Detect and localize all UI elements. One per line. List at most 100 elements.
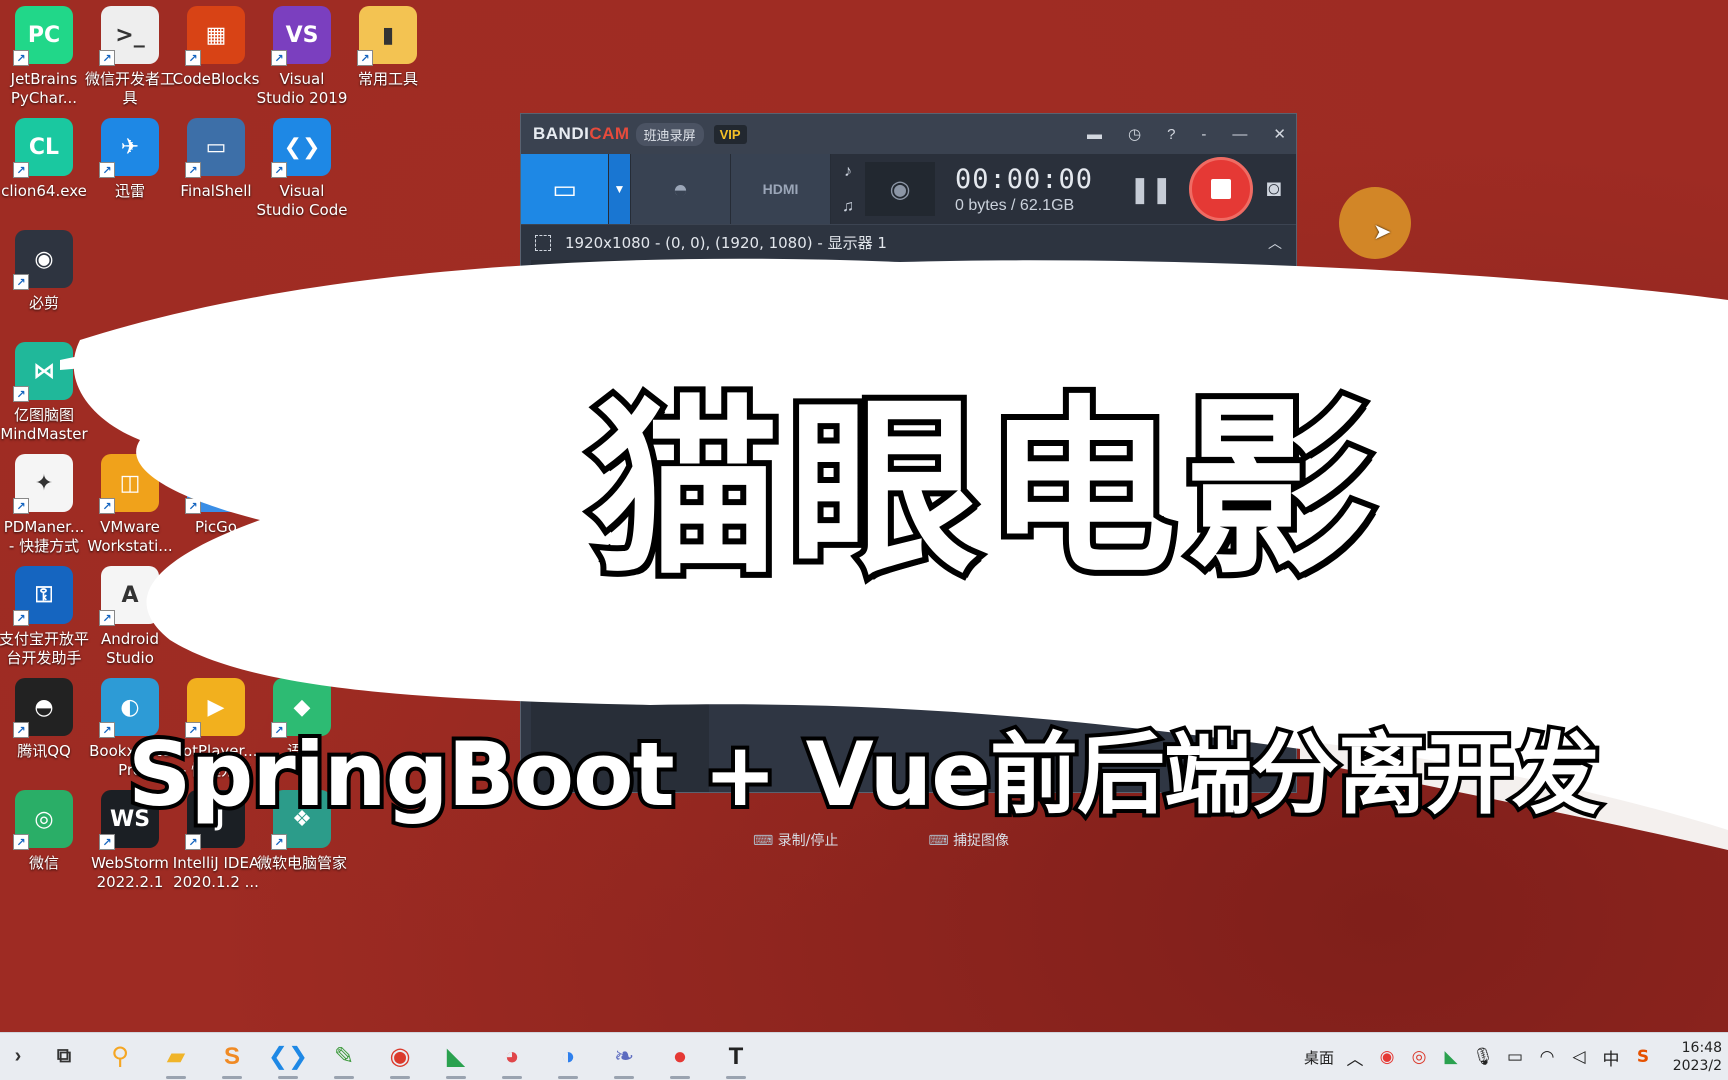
vip-badge[interactable]: VIP (713, 124, 747, 144)
chrome-tray-icon[interactable]: ◎ (1408, 1047, 1430, 1067)
desktop-icon[interactable]: ◉ ↗ 必剪 (0, 230, 92, 342)
desktop-icon[interactable]: ⚿ ↗ 支付宝开放平 台开发助手 (0, 566, 92, 678)
desktop-icon[interactable]: ◎ ↗ 微信 (0, 790, 92, 902)
bandicam-titlebar[interactable]: BANDICAM 班迪录屏 VIP ▬ ◷ ? - — ✕ (521, 114, 1296, 154)
clock-icon[interactable]: ◷ (1128, 125, 1141, 143)
pause-button[interactable]: ❚❚ (1129, 154, 1173, 224)
task-view-icon: ⧉ (56, 1045, 72, 1067)
minimize-tray-icon[interactable]: - (1201, 126, 1206, 143)
taskbar-app-green[interactable]: ◣ (428, 1033, 484, 1080)
desktop-icon-label: IntelliJ IDEA 2020.1.2 ... (172, 854, 260, 891)
green-tray-icon[interactable]: ◣ (1440, 1047, 1462, 1067)
desktop-toolbar-label[interactable]: 桌面 (1304, 1047, 1334, 1068)
finalshell-icon: ▭ ↗ (185, 118, 245, 178)
shortcut-arrow-icon: ↗ (271, 50, 287, 66)
desktop-icon-label: 微软电脑管家 (256, 854, 347, 872)
chevron-up-icon[interactable]: ︿ (1268, 233, 1282, 253)
desktop-icon-label: WebStorm 2022.2.1 (91, 854, 169, 891)
microphone-icon[interactable]: ♫ (842, 198, 854, 216)
task-view-button[interactable]: ⧉ (36, 1033, 92, 1080)
taskbar-vscode[interactable]: ❮❯ (260, 1033, 316, 1080)
chrome-icon: ◉ (389, 1043, 411, 1070)
resolution-text: 1920x1080 - (0, 0), (1920, 1080) - 显示器 1 (565, 234, 887, 252)
desktop-icon-label: Android Studio (101, 630, 159, 667)
mouse-cursor-icon: ➤ (1373, 219, 1392, 244)
taskbar-bandicam[interactable]: ● (652, 1033, 708, 1080)
taskbar-explorer[interactable]: ▰ (148, 1033, 204, 1080)
microphone-icon[interactable]: 🎙 (1472, 1047, 1494, 1067)
shortcut-arrow-icon: ↗ (13, 722, 29, 738)
taskbar-dolphin[interactable]: ❧ (596, 1033, 652, 1080)
screen-mode-dropdown[interactable]: ▼ (609, 154, 631, 224)
desktop-icon-label: 亿图脑图 MindMaster (0, 406, 88, 443)
stop-record-button[interactable] (1188, 157, 1253, 221)
desktop-icon[interactable]: ✈ ↗ 迅雷 (82, 118, 178, 230)
chevron-up-icon[interactable]: ︿ (1344, 1045, 1366, 1070)
speaker-icon[interactable]: ♪ (844, 163, 852, 181)
desktop-icon[interactable]: A ↗ Android Studio (82, 566, 178, 678)
screen-mode-button[interactable]: ▭ (521, 154, 609, 224)
recording-size: 0 bytes / 62.1GB (955, 196, 1075, 214)
system-clock[interactable]: 16:48 2023/2 (1664, 1039, 1728, 1075)
desktop-icon[interactable]: ◕ ↗ Apifox (168, 566, 264, 678)
taskbar-search[interactable]: ⚲ (92, 1033, 148, 1080)
desktop-icon[interactable]: ◆ ↗ SQLyog - bit (254, 454, 350, 566)
typora-icon: T (728, 1042, 744, 1070)
desktop-icon[interactable]: T ↗ Typora (254, 566, 350, 678)
desktop-icon[interactable]: ⋈ ↗ 亿图脑图 MindMaster (0, 342, 92, 454)
sogou-icon[interactable]: S (1632, 1047, 1654, 1067)
desktop-icon[interactable]: ◪ ↗ PicGo (168, 454, 264, 566)
desktop-icon[interactable]: ◓ ↗ 腾讯QQ (0, 678, 92, 790)
shortcut-arrow-icon: ↗ (99, 50, 115, 66)
gamepad-icon: ◓ (672, 173, 689, 204)
close-icon[interactable]: ✕ (1273, 125, 1286, 143)
taskbar-sublime[interactable]: S (204, 1033, 260, 1080)
minimize-icon[interactable]: — (1232, 126, 1247, 143)
battery-icon[interactable]: ▭ (1504, 1047, 1526, 1067)
game-mode-button[interactable]: ◓ (631, 154, 731, 224)
start-button[interactable]: › (0, 1033, 36, 1080)
help-icon[interactable]: ? (1167, 126, 1175, 143)
bandicam-logo: BANDICAM (533, 124, 630, 143)
taskbar-chrome[interactable]: ◉ (372, 1033, 428, 1080)
system-tray: 桌面 ︿ ◉ ◎ ◣ 🎙 ▭ ◠ ◁ 中 S 16:48 2023/2 (1304, 1033, 1728, 1080)
webcam-button[interactable]: ◉ (865, 162, 935, 216)
taskbar-typora[interactable]: T (708, 1033, 764, 1080)
taskbar-apifox[interactable]: ◕ (484, 1033, 540, 1080)
resolution-bar[interactable]: 1920x1080 - (0, 0), (1920, 1080) - 显示器 1… (521, 224, 1296, 260)
desktop-icon[interactable]: ◫ ↗ VMware Workstati... (82, 454, 178, 566)
desktop-icon[interactable]: ▭ ↗ FinalShell (168, 118, 264, 230)
wifi-icon[interactable]: ◠ (1536, 1047, 1558, 1067)
ime-indicator[interactable]: 中 (1600, 1045, 1622, 1070)
volume-icon[interactable]: ◁ (1568, 1047, 1590, 1067)
desktop-icon[interactable]: >_ ↗ 微信开发者工 具 (82, 6, 178, 118)
folder-icon[interactable]: ▬ (1087, 126, 1102, 143)
antivirus-icon[interactable]: ◉ (1376, 1047, 1398, 1067)
desktop-icon-label: 常用工具 (357, 70, 418, 88)
android-studio-icon: A ↗ (99, 566, 159, 626)
desktop-icon[interactable]: ▮ ↗ 常用工具 (340, 6, 436, 118)
hdmi-mode-button[interactable]: HDMI (731, 154, 831, 224)
folder-icon: ▮ ↗ (357, 6, 417, 66)
desktop-icon[interactable]: ❮❯ ↗ Visual Studio Code (254, 118, 350, 230)
desktop-icon-label: 迅雷 (114, 182, 145, 200)
desktop-icon[interactable]: VS ↗ Visual Studio 2019 (254, 6, 350, 118)
desktop-icon-label: 必剪 (28, 294, 59, 312)
sublime-icon: S (223, 1042, 240, 1070)
monitor-icon: ▭ (552, 173, 577, 204)
xunlei-icon: ✈ ↗ (99, 118, 159, 178)
camera-icon: ◙ (1266, 175, 1282, 202)
shortcut-arrow-icon: ↗ (185, 162, 201, 178)
taskbar-blue-app[interactable]: ◑ (540, 1033, 596, 1080)
desktop-icon[interactable]: PC ↗ JetBrains PyChar... (0, 6, 92, 118)
taskbar-notepad[interactable]: ✎ (316, 1033, 372, 1080)
shortcut-arrow-icon: ↗ (357, 50, 373, 66)
desktop-icon[interactable]: ✦ ↗ PDManer... - 快捷方式 (0, 454, 92, 566)
pdmaner-icon: ✦ ↗ (13, 454, 73, 514)
typora-icon: T ↗ (271, 566, 331, 626)
screenshot-button[interactable]: ◙ (1267, 154, 1282, 224)
webcam-icon: ◉ (889, 175, 911, 203)
desktop-icon-label: Typora (277, 630, 327, 648)
desktop-icon[interactable]: ▦ ↗ CodeBlocks (168, 6, 264, 118)
desktop-icon[interactable]: CL ↗ clion64.exe (0, 118, 92, 230)
